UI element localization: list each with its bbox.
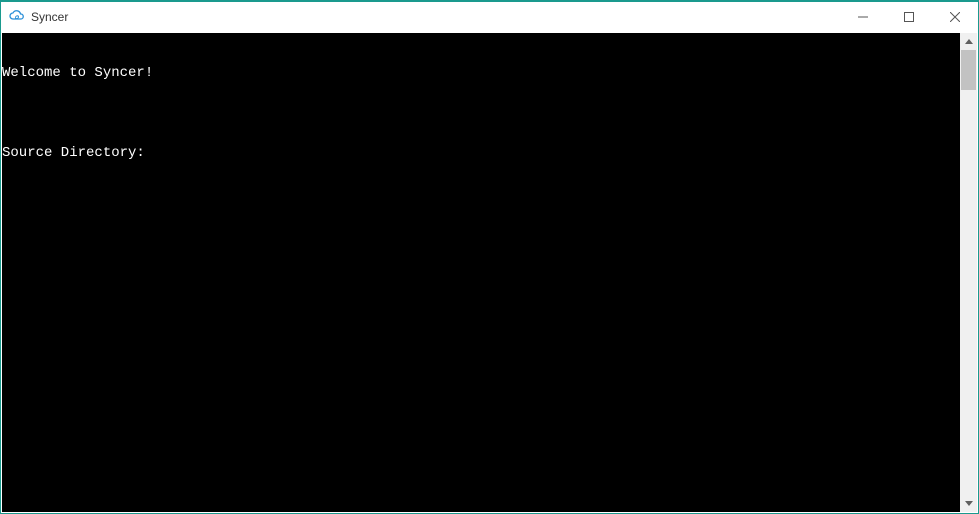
application-window: Syncer Welcome to Syncer! Source Directo…	[0, 0, 979, 514]
window-controls	[840, 2, 978, 32]
scroll-down-arrow[interactable]	[960, 495, 977, 512]
console-line: Source Directory:	[2, 145, 960, 161]
scroll-up-arrow[interactable]	[960, 33, 977, 50]
console-output[interactable]: Welcome to Syncer! Source Directory:	[2, 33, 960, 512]
window-title: Syncer	[31, 10, 68, 24]
maximize-button[interactable]	[886, 2, 932, 32]
titlebar[interactable]: Syncer	[1, 2, 978, 32]
vertical-scrollbar[interactable]	[960, 33, 977, 512]
console-line: Welcome to Syncer!	[2, 65, 960, 81]
close-button[interactable]	[932, 2, 978, 32]
app-icon	[9, 9, 25, 25]
minimize-button[interactable]	[840, 2, 886, 32]
scroll-thumb[interactable]	[961, 50, 976, 90]
scroll-track[interactable]	[960, 50, 977, 495]
client-area: Welcome to Syncer! Source Directory:	[1, 32, 978, 513]
